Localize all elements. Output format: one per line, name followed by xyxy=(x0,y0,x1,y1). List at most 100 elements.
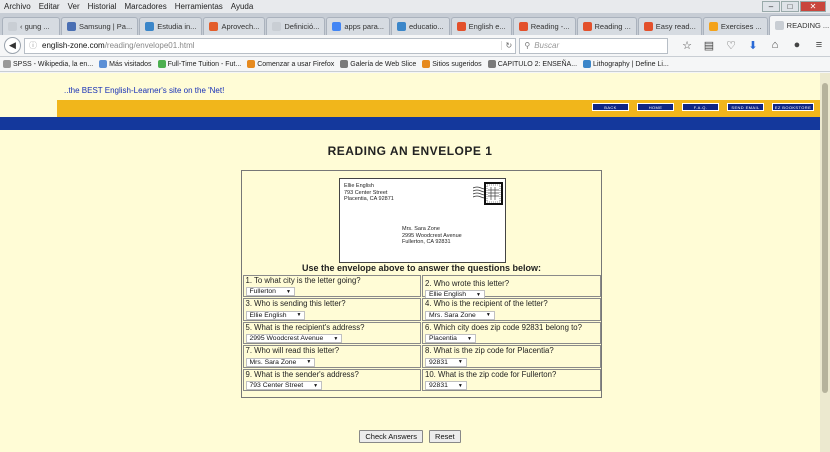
question-text: 9. What is the sender's address? xyxy=(245,369,359,379)
browser-tab[interactable]: Easy read... xyxy=(637,17,702,35)
reading-list-icon[interactable]: ▤ xyxy=(698,39,720,52)
tabs-container: ‹ gung ... Samsung | Pa... Estudia in... Ap… xyxy=(2,15,830,35)
question-text: 4. Who is the recipient of the letter? xyxy=(425,299,548,308)
menu-herramientas[interactable]: Herramientas xyxy=(175,2,223,11)
answer-select[interactable]: 793 Center Street ▼ xyxy=(245,381,323,390)
scrollbar-thumb[interactable] xyxy=(822,83,828,393)
bookmark-item[interactable]: Galería de Web Slice xyxy=(340,60,416,68)
bookmark-item[interactable]: Más visitados xyxy=(99,60,152,68)
browser-tab[interactable]: Reading ... xyxy=(576,17,637,35)
browser-tab[interactable]: educatio... xyxy=(391,17,450,35)
nav-email-link[interactable]: SEND EMAIL xyxy=(727,103,764,111)
reload-icon[interactable]: ↻ xyxy=(501,41,515,50)
question-cell: 7. Who will read this letter? Mrs. Sara Z… xyxy=(242,345,421,368)
browser-tab[interactable]: ‹ gung ... xyxy=(2,17,60,35)
pocket-icon[interactable]: ♡ xyxy=(720,39,742,52)
bookmarks-bar: SPSS - Wikipedia, la en... Más visitados F… xyxy=(0,57,830,72)
tab-favicon-icon xyxy=(209,22,219,31)
answer-select[interactable]: Mrs. Sara Zone ▼ xyxy=(245,357,316,367)
sender-line: Placentia, CA 92871 xyxy=(344,196,394,202)
bookmark-item[interactable]: Sitios sugeridos xyxy=(422,60,482,68)
question-text: 6. Which city does zip code 92831 belong… xyxy=(425,322,582,332)
home-icon[interactable]: ⌂ xyxy=(764,39,786,52)
menu-historial[interactable]: Historial xyxy=(88,2,117,11)
address-bar[interactable]: ⓘ english-zone.com/reading/envelope01.ht… xyxy=(24,37,517,54)
back-button[interactable]: ◀ xyxy=(4,37,21,54)
bookmark-item[interactable]: Lithography | Define Li... xyxy=(583,60,669,68)
browser-tab[interactable]: READING ...× xyxy=(768,15,830,35)
search-icon: ⚲ xyxy=(524,41,531,50)
nav-back-link[interactable]: BACK xyxy=(592,103,629,111)
menu-ayuda[interactable]: Ayuda xyxy=(231,2,254,11)
browser-tab[interactable]: Definició... xyxy=(266,17,326,35)
recipient-line: Fullerton, CA 92831 xyxy=(402,239,451,245)
site-nav-strip: BACK HOME F.A.Q. SEND EMAIL EZ BOOKSTORE xyxy=(57,100,820,117)
answer-select[interactable]: 92831 ▼ xyxy=(425,357,467,367)
menu-icon[interactable]: ≡ xyxy=(808,39,830,52)
page-title: READING AN ENVELOPE 1 xyxy=(327,144,493,158)
dropdown-arrow-icon: ▼ xyxy=(306,359,312,365)
tab-label: Aprovech... xyxy=(221,22,260,31)
url-path: /reading/envelope01.html xyxy=(104,41,195,50)
bookmark-item[interactable]: Comenzar a usar Firefox xyxy=(247,60,334,68)
close-window-button[interactable]: ✕ xyxy=(800,1,826,12)
bookmark-item[interactable]: CAPITULO 2: ENSEÑA... xyxy=(487,60,577,68)
check-answers-button[interactable]: Check Answers xyxy=(359,430,424,443)
tab-favicon-icon xyxy=(456,22,466,31)
dropdown-arrow-icon: ▼ xyxy=(333,335,339,342)
answer-select[interactable]: Ellie English ▼ xyxy=(245,310,306,320)
bookmark-favicon-icon xyxy=(422,60,431,68)
question-cell: 4. Who is the recipient of the letter? Mr… xyxy=(422,298,601,321)
tab-favicon-icon xyxy=(67,22,76,31)
browser-tab[interactable]: apps para... xyxy=(326,17,390,35)
answer-value: Fullerton xyxy=(249,288,276,295)
answer-select[interactable]: 92831 ▼ xyxy=(425,381,467,390)
browser-tab[interactable]: Exercises ... xyxy=(702,17,768,35)
search-placeholder: Buscar xyxy=(534,41,560,50)
form-buttons: Check Answers Reset xyxy=(0,430,820,443)
question-row: 9. What is the sender's address? 793 Cent… xyxy=(242,368,601,392)
browser-tab[interactable]: Samsung | Pa... xyxy=(61,17,139,35)
answer-select[interactable]: Fullerton ▼ xyxy=(245,287,295,296)
browser-tab[interactable]: Estudia in... xyxy=(139,17,203,35)
stamp-pattern-icon xyxy=(486,184,501,203)
tab-label: educatio... xyxy=(409,22,444,31)
browser-tab[interactable]: English e... xyxy=(450,17,512,35)
navigation-bar: ◀ ⓘ english-zone.com/reading/envelope01.… xyxy=(0,35,830,57)
dropdown-arrow-icon: ▼ xyxy=(476,291,481,298)
question-row: 1. To what city is the letter going? Full… xyxy=(242,274,601,299)
bookmark-star-icon[interactable]: ☆ xyxy=(676,39,698,52)
menu-ver[interactable]: Ver xyxy=(68,2,80,11)
question-text: 10. What is the zip code for Fullerton? xyxy=(425,369,557,379)
tab-label: READING ... xyxy=(786,21,830,30)
tab-label: Reading ... xyxy=(594,22,631,31)
dropdown-arrow-icon: ▼ xyxy=(485,312,491,318)
minimize-button[interactable]: – xyxy=(762,1,780,12)
answer-select[interactable]: Placentia ▼ xyxy=(425,334,476,343)
page-viewport: ..the BEST English-Learner's site on the… xyxy=(0,73,830,452)
bookmark-label: Lithography | Define Li... xyxy=(593,60,669,68)
vertical-scrollbar[interactable] xyxy=(820,73,830,452)
menu-editar[interactable]: Editar xyxy=(39,2,60,11)
bookmark-item[interactable]: SPSS - Wikipedia, la en... xyxy=(3,60,93,68)
answer-select[interactable]: 2995 Woodcrest Avenue ▼ xyxy=(245,334,343,343)
menu-marcadores[interactable]: Marcadores xyxy=(125,2,167,11)
nav-bookstore-link[interactable]: EZ BOOKSTORE xyxy=(772,103,814,111)
answer-select[interactable]: Mrs. Sara Zone ▼ xyxy=(425,310,495,320)
tab-label: ‹ gung ... xyxy=(20,22,50,31)
reset-button[interactable]: Reset xyxy=(429,430,461,443)
bookmark-label: Comenzar a usar Firefox xyxy=(257,60,335,68)
browser-tab[interactable]: Reading -... xyxy=(512,17,576,35)
toolbar-icons: ☆ ▤ ♡ ⬇ ⌂ ● ≡ xyxy=(676,39,830,52)
dropdown-arrow-icon: ▼ xyxy=(466,335,472,342)
chat-icon[interactable]: ● xyxy=(786,39,808,52)
site-info-icon[interactable]: ⓘ xyxy=(29,40,37,51)
search-field[interactable]: ⚲ Buscar xyxy=(519,37,668,54)
nav-home-link[interactable]: HOME xyxy=(637,103,674,111)
menu-archivo[interactable]: Archivo xyxy=(4,2,31,11)
nav-faq-link[interactable]: F.A.Q. xyxy=(682,103,719,111)
bookmark-item[interactable]: Full-Time Tuition - Fut... xyxy=(157,60,241,68)
downloads-icon[interactable]: ⬇ xyxy=(742,39,764,52)
browser-tab[interactable]: Aprovech... xyxy=(203,17,266,35)
maximize-button[interactable]: □ xyxy=(781,1,799,12)
